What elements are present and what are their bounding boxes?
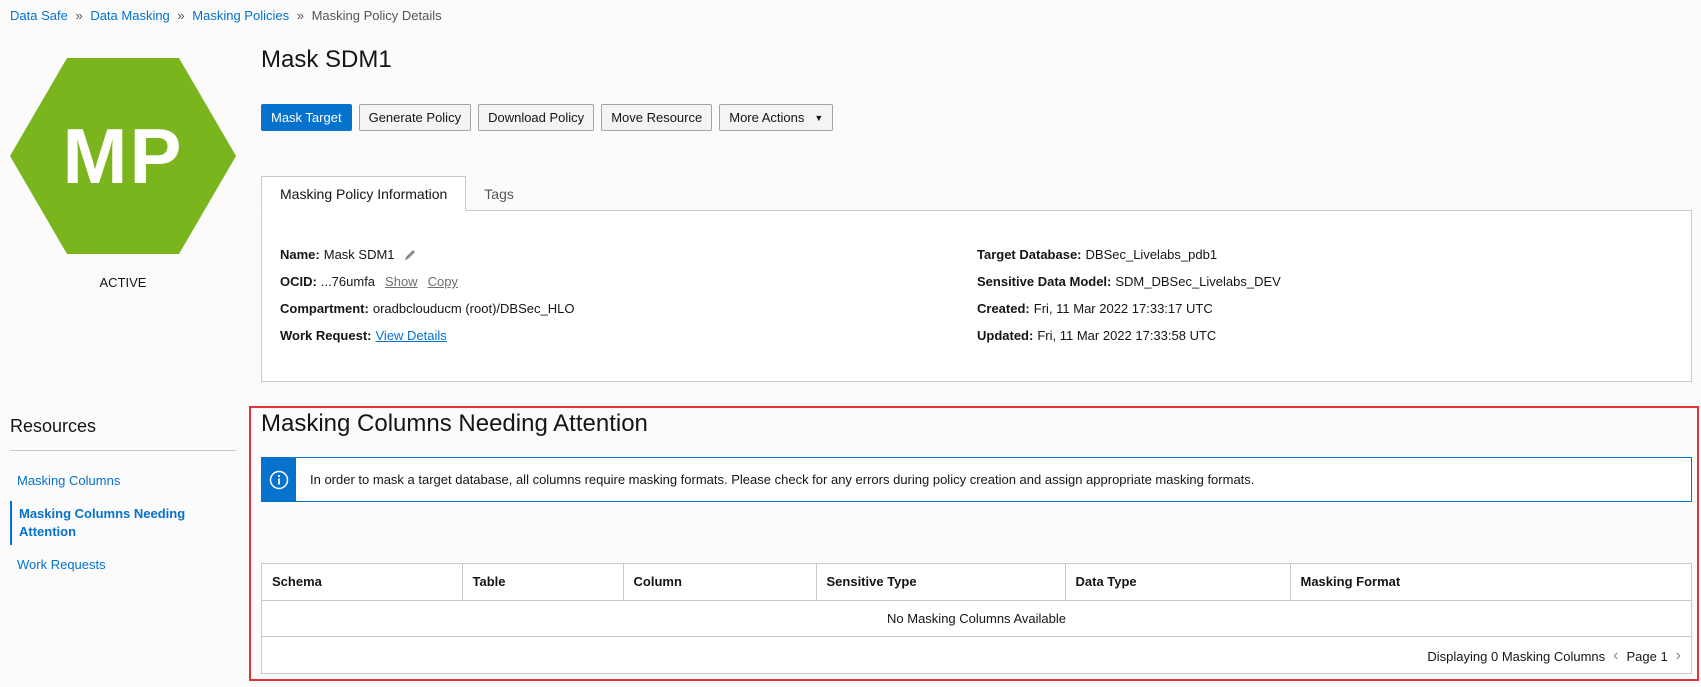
resources-nav: Masking Columns Masking Columns Needing … <box>10 468 236 585</box>
name-value: Mask SDM1 <box>323 247 395 262</box>
resource-item-masking-columns[interactable]: Masking Columns <box>10 468 236 494</box>
sensitive-data-model-value: SDM_DBSec_Livelabs_DEV <box>1115 274 1281 289</box>
masking-columns-table: Schema Table Column Sensitive Type Data … <box>261 563 1692 674</box>
column-header-schema[interactable]: Schema <box>262 564 463 601</box>
banner-message: In order to mask a target database, all … <box>310 472 1255 487</box>
info-row-sensitive-data-model: Sensitive Data Model: SDM_DBSec_Livelabs… <box>977 268 1281 295</box>
created-value: Fri, 11 Mar 2022 17:33:17 UTC <box>1033 301 1213 316</box>
sensitive-data-model-label: Sensitive Data Model: <box>977 274 1112 289</box>
tab-tags[interactable]: Tags <box>466 176 532 211</box>
breadcrumb-separator: » <box>177 8 185 23</box>
table-pager: Displaying 0 Masking Columns ‹ Page 1 › <box>1427 647 1681 665</box>
more-actions-label: More Actions <box>729 110 805 125</box>
move-resource-button[interactable]: Move Resource <box>601 104 713 131</box>
breadcrumb-data-masking[interactable]: Data Masking <box>90 8 169 23</box>
column-header-sensitive-type[interactable]: Sensitive Type <box>816 564 1066 601</box>
work-request-label: Work Request: <box>280 328 372 343</box>
column-header-table[interactable]: Table <box>462 564 624 601</box>
ocid-copy-link[interactable]: Copy <box>428 274 458 289</box>
chevron-left-icon[interactable]: ‹ <box>1613 647 1618 665</box>
action-toolbar: Mask Target Generate Policy Download Pol… <box>261 104 834 131</box>
tab-masking-policy-information[interactable]: Masking Policy Information <box>261 176 467 211</box>
name-label: Name: <box>280 247 320 262</box>
info-row-created: Created: Fri, 11 Mar 2022 17:33:17 UTC <box>977 295 1281 322</box>
column-header-data-type[interactable]: Data Type <box>1065 564 1291 601</box>
resources-title: Resources <box>10 416 97 436</box>
chevron-right-icon[interactable]: › <box>1676 647 1681 665</box>
breadcrumb-masking-policies[interactable]: Masking Policies <box>192 8 289 23</box>
ocid-value: ...76umfa <box>320 274 376 289</box>
updated-label: Updated: <box>977 328 1034 343</box>
ocid-show-link[interactable]: Show <box>385 274 418 289</box>
resource-item-masking-columns-needing-attention[interactable]: Masking Columns Needing Attention <box>10 501 236 545</box>
column-header-column[interactable]: Column <box>623 564 817 601</box>
resources-divider <box>10 450 236 451</box>
table-header-row: Schema Table Column Sensitive Type Data … <box>262 564 1691 601</box>
updated-value: Fri, 11 Mar 2022 17:33:58 UTC <box>1037 328 1217 343</box>
info-row-ocid: OCID: ...76umfa Show Copy <box>280 268 574 295</box>
breadcrumb-separator: » <box>75 8 83 23</box>
resource-item-work-requests[interactable]: Work Requests <box>10 552 236 578</box>
breadcrumb: Data Safe » Data Masking » Masking Polic… <box>10 8 442 23</box>
page-title: Mask SDM1 <box>261 46 392 73</box>
page-indicator: Page 1 <box>1626 648 1668 664</box>
section-title: Masking Columns Needing Attention <box>261 410 648 437</box>
info-column-left: Name: Mask SDM1 OCID: ...76umfa Show Cop… <box>280 241 574 349</box>
more-actions-button[interactable]: More Actions ▼ <box>719 104 834 131</box>
caret-down-icon: ▼ <box>814 112 824 123</box>
info-icon <box>269 470 288 489</box>
breadcrumb-separator: » <box>296 8 304 23</box>
compartment-label: Compartment: <box>280 301 369 316</box>
view-details-link[interactable]: View Details <box>376 328 447 343</box>
table-row: No Masking Columns Available <box>262 600 1691 637</box>
target-database-value: DBSec_Livelabs_pdb1 <box>1085 247 1218 262</box>
info-panel: Name: Mask SDM1 OCID: ...76umfa Show Cop… <box>261 210 1692 382</box>
info-row-name: Name: Mask SDM1 <box>280 241 574 268</box>
target-database-label: Target Database: <box>977 247 1082 262</box>
ocid-label: OCID: <box>280 274 317 289</box>
status-badge: ACTIVE <box>99 275 147 290</box>
column-header-masking-format[interactable]: Masking Format <box>1290 564 1691 601</box>
compartment-value: oradbclouducm (root)/DBSec_HLO <box>372 301 575 316</box>
resource-badge: MP <box>10 58 236 254</box>
info-row-updated: Updated: Fri, 11 Mar 2022 17:33:58 UTC <box>977 322 1281 349</box>
info-banner: In order to mask a target database, all … <box>261 457 1692 502</box>
pencil-icon[interactable] <box>403 248 417 262</box>
empty-table-message: No Masking Columns Available <box>262 600 1691 637</box>
breadcrumb-data-safe[interactable]: Data Safe <box>10 8 68 23</box>
breadcrumb-current: Masking Policy Details <box>311 8 442 23</box>
info-column-right: Target Database: DBSec_Livelabs_pdb1 Sen… <box>977 241 1281 349</box>
badge-initials: MP <box>62 111 184 200</box>
tab-bar: Masking Policy Information Tags <box>261 176 532 211</box>
info-icon-box <box>261 457 296 502</box>
displaying-count: Displaying 0 Masking Columns <box>1427 648 1606 664</box>
info-row-compartment: Compartment: oradbclouducm (root)/DBSec_… <box>280 295 574 322</box>
info-row-work-request: Work Request: View Details <box>280 322 574 349</box>
generate-policy-button[interactable]: Generate Policy <box>358 104 472 131</box>
mask-target-button[interactable]: Mask Target <box>261 104 352 131</box>
info-row-target-database: Target Database: DBSec_Livelabs_pdb1 <box>977 241 1281 268</box>
download-policy-button[interactable]: Download Policy <box>478 104 595 131</box>
created-label: Created: <box>977 301 1030 316</box>
